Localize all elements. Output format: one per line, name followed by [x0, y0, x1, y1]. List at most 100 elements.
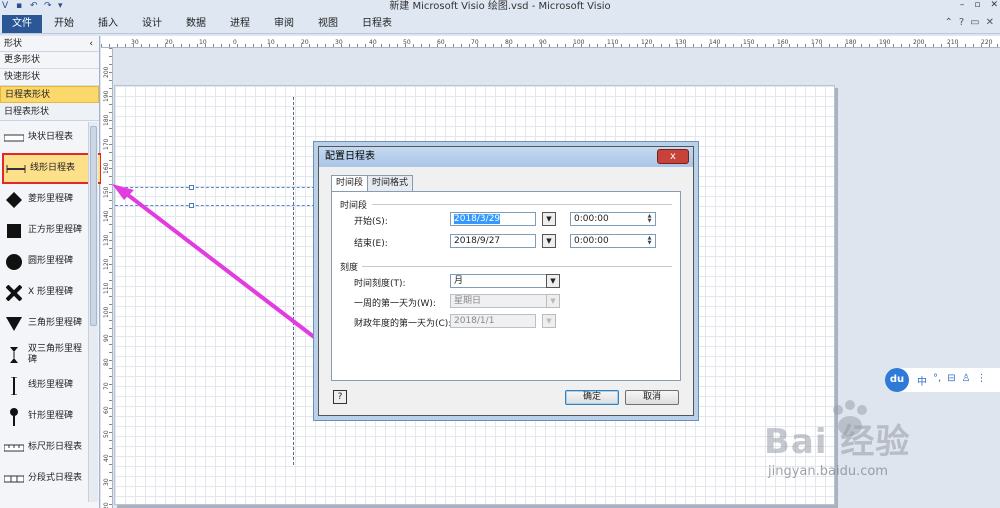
end-label: 结束(E):: [354, 239, 388, 249]
ok-button[interactable]: 确定: [565, 390, 619, 405]
du-item[interactable]: ⋮: [977, 373, 987, 388]
du-logo: du: [885, 368, 909, 392]
x-milestone-icon: [4, 283, 24, 303]
ruler-tick-label: 90: [103, 334, 110, 342]
end-time-field[interactable]: 0:00:00 ▲ ▼: [570, 234, 656, 248]
cancel-button[interactable]: 取消: [625, 390, 679, 405]
shape-line-milestone[interactable]: 线形里程碑: [0, 370, 88, 401]
square-milestone-icon: [4, 221, 24, 241]
du-toolbar-items: 中 °, ⊟ ♙ ⋮: [917, 373, 987, 388]
end-time-value: 0:00:00: [574, 236, 609, 246]
ruler-tick-label: 30: [131, 39, 139, 46]
shape-triangle-milestone[interactable]: 三角形里程碑: [0, 308, 88, 339]
tab-time-period[interactable]: 时间段: [331, 175, 369, 192]
pane-scrollbar[interactable]: [88, 122, 98, 502]
collapse-pane-icon[interactable]: ‹: [89, 36, 93, 52]
du-item[interactable]: ⊟: [947, 373, 955, 388]
ruler-tick-label: 140: [709, 39, 721, 46]
help-button[interactable]: ?: [333, 390, 347, 404]
end-time-spinner[interactable]: ▲ ▼: [645, 236, 654, 246]
minimize-icon[interactable]: –: [960, 0, 965, 10]
ruler-tick-label: 110: [607, 39, 619, 46]
shape-double-triangle-milestone[interactable]: 双三角形里程碑: [0, 339, 88, 370]
dialog-title: 配置日程表: [325, 151, 375, 162]
shape-segmented-timeline[interactable]: 分段式日程表: [0, 463, 88, 494]
end-date-dropdown[interactable]: ▼: [542, 234, 556, 248]
start-date-field[interactable]: 2018/3/29: [450, 212, 536, 226]
tab-process[interactable]: 进程: [218, 15, 262, 33]
selection-handle[interactable]: [189, 185, 194, 190]
pane-scroll-thumb[interactable]: [90, 126, 97, 326]
pin-milestone-icon: [4, 407, 24, 427]
du-item[interactable]: °,: [933, 373, 941, 388]
ribbon-right-controls: ⌃ ? ▭ ✕: [944, 17, 994, 28]
ruler-tick-label: 20: [301, 39, 309, 46]
dialog-close-button[interactable]: x: [657, 149, 689, 164]
shape-label: 线形日程表: [30, 163, 76, 173]
shape-label: 针形里程碑: [28, 411, 74, 421]
scale-dropdown[interactable]: ▼: [546, 274, 560, 288]
tab-file[interactable]: 文件: [2, 14, 42, 33]
ruler-tick-label: 170: [811, 39, 823, 46]
shape-diamond-milestone[interactable]: 菱形里程碑: [0, 184, 88, 215]
shape-ruler-timeline[interactable]: 标尺形日程表: [0, 432, 88, 463]
shape-label: 块状日程表: [28, 132, 74, 142]
help-icon[interactable]: ?: [959, 17, 964, 28]
start-date-dropdown[interactable]: ▼: [542, 212, 556, 226]
shape-label: X 形里程碑: [28, 287, 74, 297]
tab-insert[interactable]: 插入: [86, 15, 130, 33]
ruler-tick-label: 80: [103, 358, 110, 366]
ruler-tick-label: 160: [777, 39, 789, 46]
more-shapes-item[interactable]: 更多形状: [0, 52, 99, 69]
ruler-tick-label: 100: [573, 39, 585, 46]
timeline-shapes-item[interactable]: 日程表形状: [0, 86, 99, 103]
tab-review[interactable]: 审阅: [262, 15, 306, 33]
selection-handle[interactable]: [189, 203, 194, 208]
tab-view[interactable]: 视图: [306, 15, 350, 33]
restore-doc-icon[interactable]: ▭: [970, 17, 979, 28]
tab-time-format[interactable]: 时间格式: [367, 175, 414, 191]
close-doc-icon[interactable]: ✕: [986, 17, 994, 28]
ruler-tick-label: 70: [103, 382, 110, 390]
baidu-brand: Bai 经验: [764, 422, 911, 462]
vertical-ruler[interactable]: 200 190 180 170 160 150 140 130 120 110 100 90 80 70 6…: [101, 48, 113, 508]
divider: [362, 266, 672, 267]
ruler-tick-label: 130: [103, 234, 110, 246]
ruler-tick-label: 120: [641, 39, 653, 46]
shape-circle-milestone[interactable]: 圆形里程碑: [0, 246, 88, 277]
shape-x-milestone[interactable]: X 形里程碑: [0, 277, 88, 308]
du-item[interactable]: 中: [917, 373, 927, 388]
tab-timeline[interactable]: 日程表: [350, 15, 404, 33]
shape-block-timeline[interactable]: 块状日程表: [0, 122, 88, 153]
shape-label: 菱形里程碑: [28, 194, 74, 204]
shape-square-milestone[interactable]: 正方形里程碑: [0, 215, 88, 246]
tab-data[interactable]: 数据: [174, 15, 218, 33]
tab-home[interactable]: 开始: [42, 15, 86, 33]
start-time-spinner[interactable]: ▲ ▼: [645, 214, 654, 224]
close-window-icon[interactable]: ✕: [990, 0, 998, 10]
shape-pin-milestone[interactable]: 针形里程碑: [0, 401, 88, 432]
ruler-tick-label: 190: [879, 39, 891, 46]
ruler-tick-label: 50: [403, 39, 411, 46]
ruler-tick-label: 110: [103, 282, 110, 294]
baidu-watermark: Bai 经验 jingyan.baidu.com: [760, 400, 1000, 508]
fiscal-label: 财政年度的第一天为(C):: [354, 319, 452, 329]
scale-select[interactable]: 月: [450, 274, 560, 288]
restore-icon[interactable]: ▫: [974, 0, 980, 10]
start-time-value: 0:00:00: [574, 214, 609, 224]
ruler-tick-label: 50: [103, 430, 110, 438]
end-date-field[interactable]: 2018/9/27: [450, 234, 536, 248]
ruler-tick-label: 0: [233, 39, 237, 46]
shape-line-timeline[interactable]: 线形日程表: [2, 153, 102, 184]
horizontal-ruler[interactable]: 30 20 10 0 10 20 30 40 50 60 70 80 90 100 110 120 130 140…: [101, 36, 1000, 48]
block-timeline-icon: [4, 128, 24, 148]
expand-ribbon-icon[interactable]: ⌃: [944, 17, 952, 28]
tab-design[interactable]: 设计: [130, 15, 174, 33]
baidu-toolbar: du 中 °, ⊟ ♙ ⋮: [885, 368, 1000, 392]
shape-label: 双三角形里程碑: [28, 343, 83, 365]
quick-shapes-item[interactable]: 快速形状: [0, 69, 99, 86]
triangle-milestone-icon: [4, 314, 24, 334]
du-item[interactable]: ♙: [962, 373, 971, 388]
window-title: 新建 Microsoft Visio 绘图.vsd - Microsoft Vi…: [389, 1, 611, 12]
start-time-field[interactable]: 0:00:00 ▲ ▼: [570, 212, 656, 226]
